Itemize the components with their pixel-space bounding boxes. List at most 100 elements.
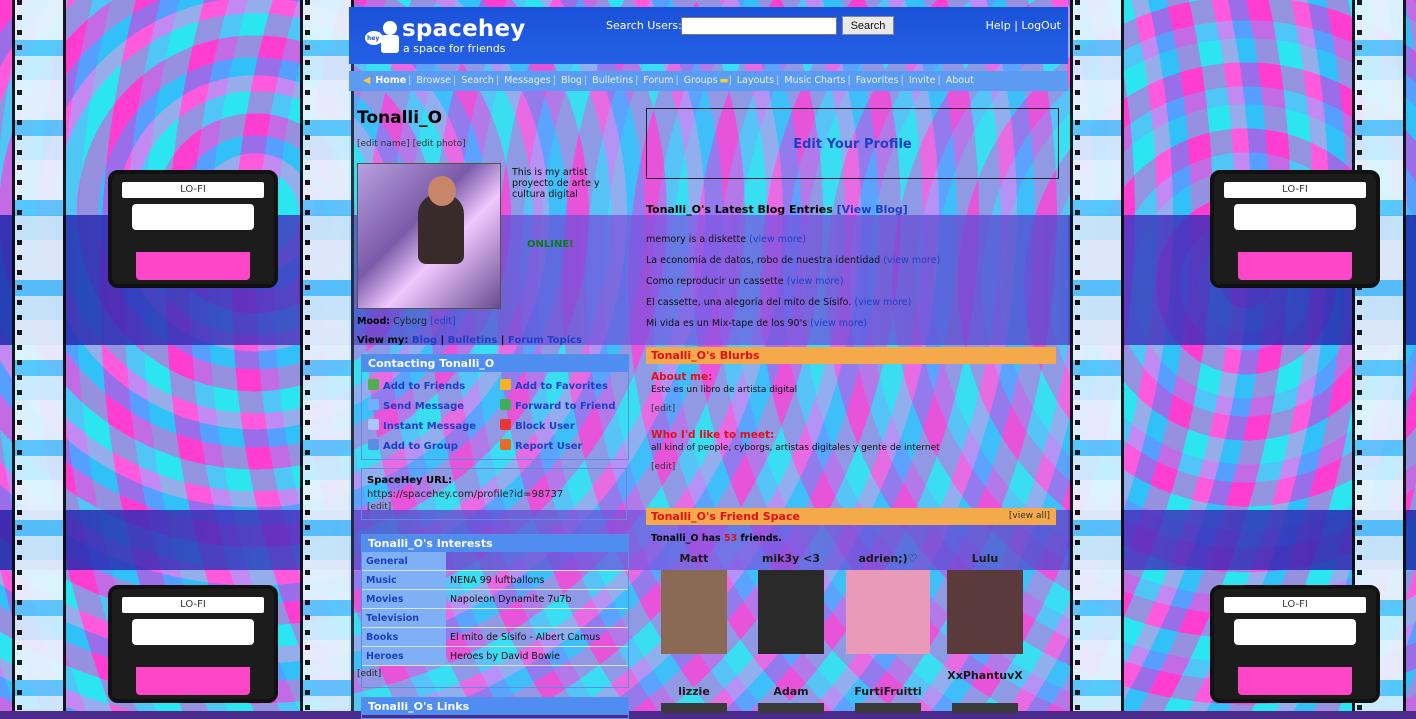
friend-card[interactable]: adrien;)♡ <box>843 552 933 654</box>
nav-bulletins[interactable]: Bulletins <box>590 75 635 86</box>
blog-entry-title[interactable]: El cassette, una alegoría del mito de Sí… <box>646 297 851 308</box>
blog-entry-title[interactable]: Mi vida es un Mix-tape de los 90's <box>646 318 807 329</box>
help-link[interactable]: Help <box>986 19 1011 32</box>
interest-key: General <box>362 552 446 571</box>
nav-invite[interactable]: Invite <box>907 75 938 86</box>
view-more-link[interactable]: (view more) <box>810 318 867 329</box>
view-blog-button[interactable]: [View Blog] <box>837 203 908 216</box>
friend-space-title: Tonalli_O's Friend Space <box>651 510 800 523</box>
nav-forum[interactable]: Forum <box>641 75 675 86</box>
spacehey-logo-icon[interactable]: hey <box>363 17 403 53</box>
friend-avatar[interactable] <box>661 570 727 654</box>
film-strip <box>1070 0 1124 711</box>
message-icon <box>368 399 379 410</box>
nav-separator: | <box>552 75 556 86</box>
view-more-link[interactable]: (view more) <box>883 255 940 266</box>
blurbs-title: Tonalli_O's Blurbs <box>651 349 760 362</box>
nav-layouts[interactable]: Layouts <box>735 75 776 86</box>
mood-edit-link[interactable]: [edit] <box>430 316 456 327</box>
site-brand[interactable]: spacehey <box>402 16 525 42</box>
friend-name[interactable]: lizzie <box>649 685 739 699</box>
nav-messages[interactable]: Messages <box>502 75 553 86</box>
friend-card[interactable]: Matt <box>649 552 739 654</box>
friend-avatar[interactable] <box>855 703 921 713</box>
search-button[interactable]: Search <box>842 16 894 35</box>
friend-name[interactable]: XxPhantuvX <box>940 669 1030 683</box>
friend-count: Tonalli_O has 53 friends. <box>651 533 782 544</box>
logout-link[interactable]: LogOut <box>1021 19 1061 32</box>
chat-icon <box>368 419 379 430</box>
blog-entry: Mi vida es un Mix-tape de los 90's (view… <box>646 318 867 329</box>
view-more-link[interactable]: (view more) <box>749 234 806 245</box>
friend-avatar[interactable] <box>947 570 1023 654</box>
friend-avatar[interactable] <box>661 703 727 713</box>
block-user-link[interactable]: Block User <box>500 419 575 432</box>
link-separator: | <box>440 335 445 346</box>
blog-heading: Tonalli_O's Latest Blog Entries [View Bl… <box>646 203 908 216</box>
friend-card[interactable]: Lulu <box>940 552 1030 654</box>
nav-favorites[interactable]: Favorites <box>854 75 901 86</box>
add-to-group-link[interactable]: Add to Group <box>368 439 458 452</box>
group-icon <box>368 439 379 450</box>
nav-blog[interactable]: Blog <box>559 75 584 86</box>
friend-name[interactable]: Matt <box>649 552 739 566</box>
friend-avatar[interactable] <box>758 703 824 713</box>
cassette-label: LO-FI <box>1224 182 1366 198</box>
meet-edit-link[interactable]: [edit] <box>651 462 675 472</box>
interests-table: General Music NENA 99 luftballons Movies N… <box>362 552 628 666</box>
blog-entry: La economía de datos, robo de nuestra id… <box>646 255 940 266</box>
view-more-link[interactable]: (view more) <box>854 297 911 308</box>
friend-name[interactable]: mik3y <3 <box>746 552 836 566</box>
friend-avatar[interactable] <box>846 570 930 654</box>
edit-photo-link[interactable]: [edit photo] <box>413 139 466 149</box>
friend-name[interactable]: Lulu <box>940 552 1030 566</box>
view-bulletins-link[interactable]: Bulletins <box>448 335 498 346</box>
friend-name[interactable]: adrien;)♡ <box>843 552 933 566</box>
about-edit-link[interactable]: [edit] <box>651 404 675 414</box>
add-to-favorites-link[interactable]: Add to Favorites <box>500 379 608 392</box>
report-user-label: Report User <box>515 441 583 452</box>
report-user-link[interactable]: Report User <box>500 439 583 452</box>
nav-browse[interactable]: Browse <box>414 75 453 86</box>
table-row: Books El mito de Sísifo - Albert Camus <box>362 627 628 647</box>
profile-edit-links: [edit name] [edit photo] <box>357 139 466 149</box>
nav-groups[interactable]: Groups <box>682 75 720 86</box>
friend-name[interactable]: Adam <box>746 685 836 699</box>
friend-avatar[interactable] <box>758 570 824 654</box>
friend-card[interactable]: mik3y <3 <box>746 552 836 654</box>
edit-name-link[interactable]: [edit name] <box>357 139 410 149</box>
who-to-meet-text: all kind of people, cyborgs, artistas di… <box>651 443 940 453</box>
table-row: Television <box>362 608 628 628</box>
nav-about[interactable]: About <box>944 75 976 86</box>
blog-entry-title[interactable]: La economía de datos, robo de nuestra id… <box>646 255 880 266</box>
nav-separator: | <box>675 75 679 86</box>
friend-card[interactable]: XxPhantuvX <box>940 669 1030 713</box>
interests-box: Tonalli_O's Interests General Music NENA … <box>361 534 629 688</box>
profile-photo[interactable] <box>357 163 501 309</box>
view-all-friends-link[interactable]: [view all] <box>1009 508 1050 525</box>
nav-music-charts[interactable]: Music Charts <box>782 75 847 86</box>
nav-search[interactable]: Search <box>459 75 496 86</box>
friend-avatar[interactable] <box>952 703 1018 713</box>
view-more-link[interactable]: (view more) <box>787 276 844 287</box>
friend-card[interactable]: lizzie <box>649 685 739 713</box>
friend-card[interactable]: Adam <box>746 685 836 713</box>
nav-home[interactable]: Home <box>373 75 408 86</box>
search-input[interactable] <box>681 17 837 35</box>
film-strip <box>300 0 354 711</box>
edit-profile-link[interactable]: Edit Your Profile <box>647 137 1058 152</box>
friend-name[interactable]: FurtiFruitti <box>843 685 933 699</box>
add-to-friends-link[interactable]: Add to Friends <box>368 379 465 392</box>
interests-edit-link[interactable]: [edit] <box>357 669 381 679</box>
friend-card[interactable]: FurtiFruitti <box>843 685 933 713</box>
view-blog-link[interactable]: Blog <box>412 335 437 346</box>
friend-count-number[interactable]: 53 <box>724 533 737 544</box>
blog-entry-title[interactable]: Como reproducir un cassette <box>646 276 784 287</box>
url-edit-link[interactable]: [edit] <box>367 502 391 512</box>
view-forum-topics-link[interactable]: Forum Topics <box>508 335 582 346</box>
instant-message-link[interactable]: Instant Message <box>368 419 476 432</box>
view-my-label: View my: <box>357 335 409 346</box>
blog-entry-title[interactable]: memory is a diskette <box>646 234 746 245</box>
forward-to-friend-link[interactable]: Forward to Friend <box>500 399 616 412</box>
send-message-link[interactable]: Send Message <box>368 399 464 412</box>
